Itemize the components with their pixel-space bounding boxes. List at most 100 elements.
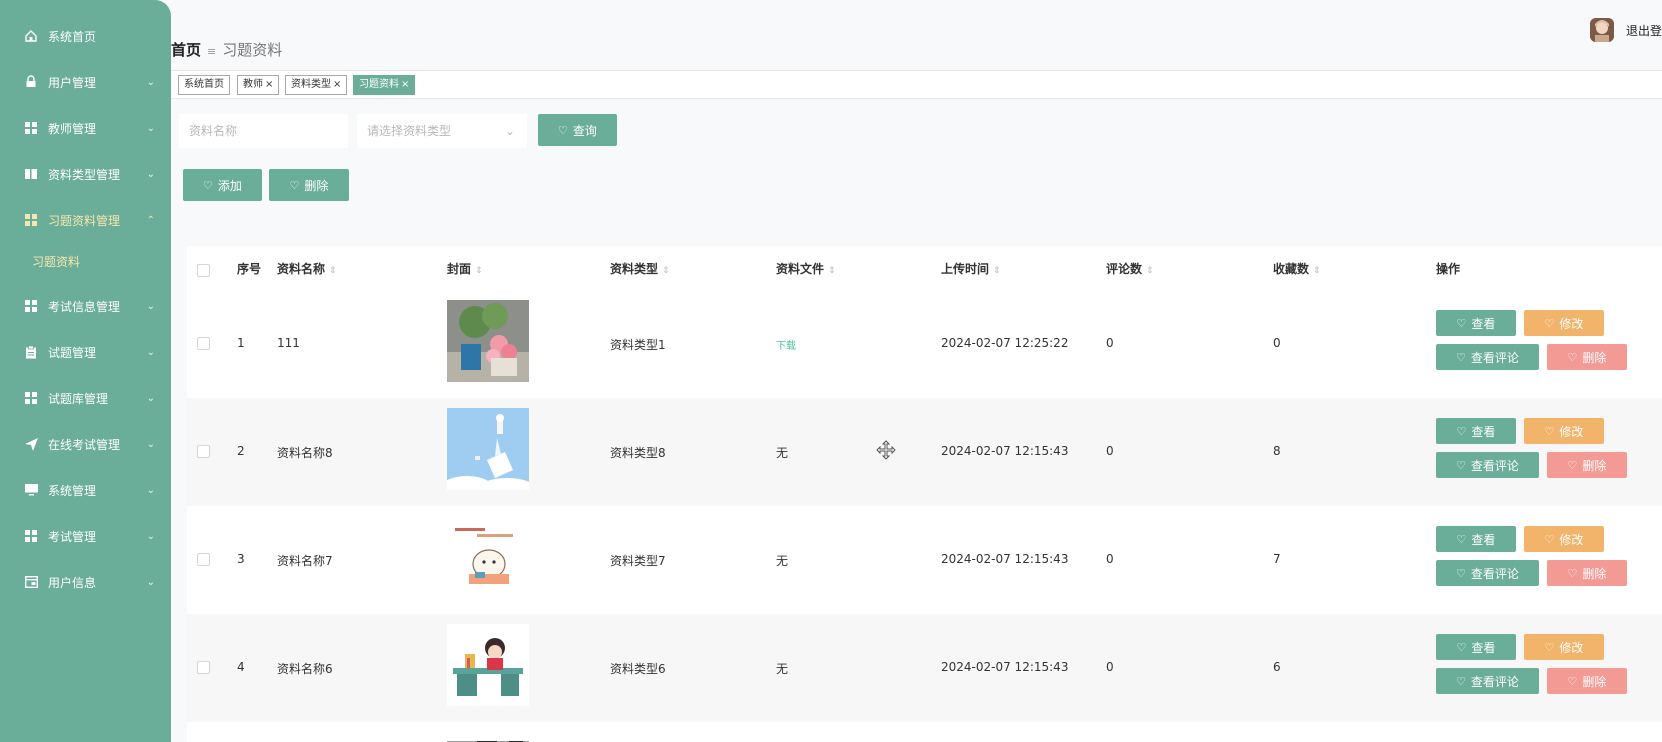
- delete-label: 删除: [304, 178, 329, 193]
- view-button[interactable]: ♡ 查看: [1436, 634, 1516, 660]
- sort-icon: ⇕: [662, 266, 670, 276]
- chevron-down-icon: ⌄: [146, 300, 155, 312]
- edit-button[interactable]: ♡ 修改: [1524, 634, 1604, 660]
- edit-button[interactable]: ♡ 修改: [1524, 418, 1604, 444]
- sidebar-item-label: 习题资料管理: [48, 213, 121, 228]
- sidebar-item-exercise-material-management[interactable]: 习题资料管理 ⌃: [0, 197, 171, 243]
- delete-button[interactable]: ♡ 删除: [1547, 452, 1627, 478]
- sidebar-subitem-exercise-material[interactable]: 习题资料: [0, 246, 171, 276]
- tag-material-type[interactable]: 资料类型 ×: [285, 75, 348, 95]
- sidebar-item-user-management[interactable]: 用户管理 ⌄: [0, 59, 171, 105]
- column-header-favorites[interactable]: 收藏数 ⇕: [1273, 260, 1321, 277]
- sidebar-item-teacher-management[interactable]: 教师管理 ⌄: [0, 105, 171, 151]
- row-type: 资料类型1: [610, 338, 666, 352]
- view-comments-button[interactable]: ♡ 查看评论: [1436, 560, 1539, 586]
- cover-image[interactable]: [447, 736, 529, 742]
- grid-icon: [24, 391, 38, 405]
- sidebar-item-question-management[interactable]: 试题管理 ⌄: [0, 329, 171, 375]
- book-icon: [24, 167, 38, 181]
- column-header-upload-time[interactable]: 上传时间 ⇕: [941, 260, 1001, 277]
- sidebar-item-label: 系统管理: [48, 483, 97, 498]
- view-comments-button[interactable]: ♡ 查看评论: [1436, 452, 1539, 478]
- column-header-actions: 操作: [1436, 262, 1461, 276]
- view-button[interactable]: ♡ 查看: [1436, 418, 1516, 444]
- column-header-name[interactable]: 资料名称 ⇕: [277, 260, 337, 277]
- chevron-down-icon: ⌄: [146, 484, 155, 496]
- row-favorites: 7: [1273, 552, 1281, 566]
- row-checkbox[interactable]: [197, 553, 210, 566]
- send-icon: [24, 437, 38, 451]
- material-type-select[interactable]: 请选择资料类型 ⌄: [357, 114, 527, 148]
- add-button[interactable]: ♡ 添加: [183, 169, 262, 201]
- sort-icon: ⇕: [1146, 266, 1154, 276]
- sidebar-item-system-management[interactable]: 系统管理 ⌄: [0, 467, 171, 513]
- avatar[interactable]: [1590, 18, 1614, 42]
- sidebar-item-question-bank-management[interactable]: 试题库管理 ⌄: [0, 375, 171, 421]
- material-name-input[interactable]: 资料名称: [179, 114, 348, 148]
- close-icon[interactable]: ×: [333, 79, 341, 90]
- sidebar-item-home[interactable]: 系统首页: [0, 13, 171, 59]
- sidebar-subitem-label: 习题资料: [32, 255, 81, 269]
- tags-bar: 系统首页 教师 × 资料类型 × 习题资料 ×: [171, 70, 1662, 99]
- edit-button[interactable]: ♡ 修改: [1524, 526, 1604, 552]
- row-type: 资料类型8: [610, 446, 666, 460]
- breadcrumb-separator: ≡: [207, 45, 217, 58]
- row-upload-time: 2024-02-07 12:25:22: [941, 336, 1069, 350]
- download-link[interactable]: 下载: [776, 337, 796, 352]
- sidebar-item-material-type-management[interactable]: 资料类型管理 ⌄: [0, 151, 171, 197]
- tag-teacher[interactable]: 教师 ×: [237, 75, 280, 95]
- chevron-down-icon: ⌄: [146, 530, 155, 542]
- column-header-cover[interactable]: 封面 ⇕: [447, 260, 483, 277]
- row-checkbox[interactable]: [197, 661, 210, 674]
- row-checkbox[interactable]: [197, 337, 210, 350]
- delete-button[interactable]: ♡ 删除: [1547, 344, 1627, 370]
- cover-image[interactable]: [447, 516, 529, 598]
- sidebar-item-exam-management[interactable]: 考试管理 ⌄: [0, 513, 171, 559]
- table-row: 2 资料名称8 资料类型8 无 2024-02-07 12:15:43 0 8 …: [187, 398, 1662, 506]
- select-all-checkbox[interactable]: [197, 264, 210, 277]
- close-icon[interactable]: ×: [265, 79, 273, 90]
- batch-delete-button[interactable]: ♡ 删除: [269, 169, 349, 201]
- query-button[interactable]: ♡ 查询: [538, 114, 617, 146]
- view-comments-button[interactable]: ♡ 查看评论: [1436, 344, 1539, 370]
- heart-icon: ♡: [1456, 458, 1466, 472]
- heart-icon: ♡: [1456, 350, 1466, 364]
- column-header-type[interactable]: 资料类型 ⇕: [610, 260, 670, 277]
- chevron-down-icon: ⌄: [146, 122, 155, 134]
- chevron-up-icon: ⌃: [146, 214, 155, 226]
- query-label: 查询: [572, 123, 597, 138]
- row-index: 2: [237, 444, 245, 458]
- sidebar-item-user-info[interactable]: 用户信息 ⌄: [0, 559, 171, 605]
- home-icon: [24, 29, 38, 43]
- heart-icon: ♡: [1567, 458, 1578, 472]
- view-button[interactable]: ♡ 查看: [1436, 526, 1516, 552]
- delete-button[interactable]: ♡ 删除: [1547, 668, 1627, 694]
- cover-image[interactable]: [447, 408, 529, 490]
- cover-image[interactable]: [447, 300, 529, 382]
- column-header-comments[interactable]: 评论数 ⇕: [1106, 260, 1154, 277]
- close-icon[interactable]: ×: [401, 79, 409, 90]
- row-checkbox[interactable]: [197, 445, 210, 458]
- tag-home[interactable]: 系统首页: [178, 75, 230, 95]
- row-name: 资料名称8: [277, 446, 333, 460]
- row-comments: 0: [1106, 336, 1114, 350]
- view-button[interactable]: ♡ 查看: [1436, 310, 1516, 336]
- tag-label: 习题资料: [359, 79, 399, 90]
- row-index: 4: [237, 660, 245, 674]
- sidebar-item-exam-info-management[interactable]: 考试信息管理 ⌄: [0, 283, 171, 329]
- heart-icon: ♡: [1456, 424, 1467, 438]
- heart-icon: ♡: [1456, 674, 1466, 688]
- breadcrumb-home[interactable]: 首页: [171, 41, 201, 59]
- edit-button[interactable]: ♡ 修改: [1524, 310, 1604, 336]
- cover-image[interactable]: [447, 624, 529, 706]
- material-type-placeholder: 请选择资料类型: [367, 124, 452, 138]
- column-header-file[interactable]: 资料文件 ⇕: [776, 260, 836, 277]
- sidebar-item-online-exam-management[interactable]: 在线考试管理 ⌄: [0, 421, 171, 467]
- row-favorites: 0: [1273, 336, 1281, 350]
- tag-exercise-material[interactable]: 习题资料 ×: [353, 75, 416, 95]
- delete-button[interactable]: ♡ 删除: [1547, 560, 1627, 586]
- row-upload-time: 2024-02-07 12:15:43: [941, 552, 1069, 566]
- view-comments-button[interactable]: ♡ 查看评论: [1436, 668, 1539, 694]
- logout-link[interactable]: 退出登录: [1626, 22, 1662, 39]
- table-row: 4 资料名称6 资料类型6 无 2024-02-07 12:15:43 0 6 …: [187, 614, 1662, 722]
